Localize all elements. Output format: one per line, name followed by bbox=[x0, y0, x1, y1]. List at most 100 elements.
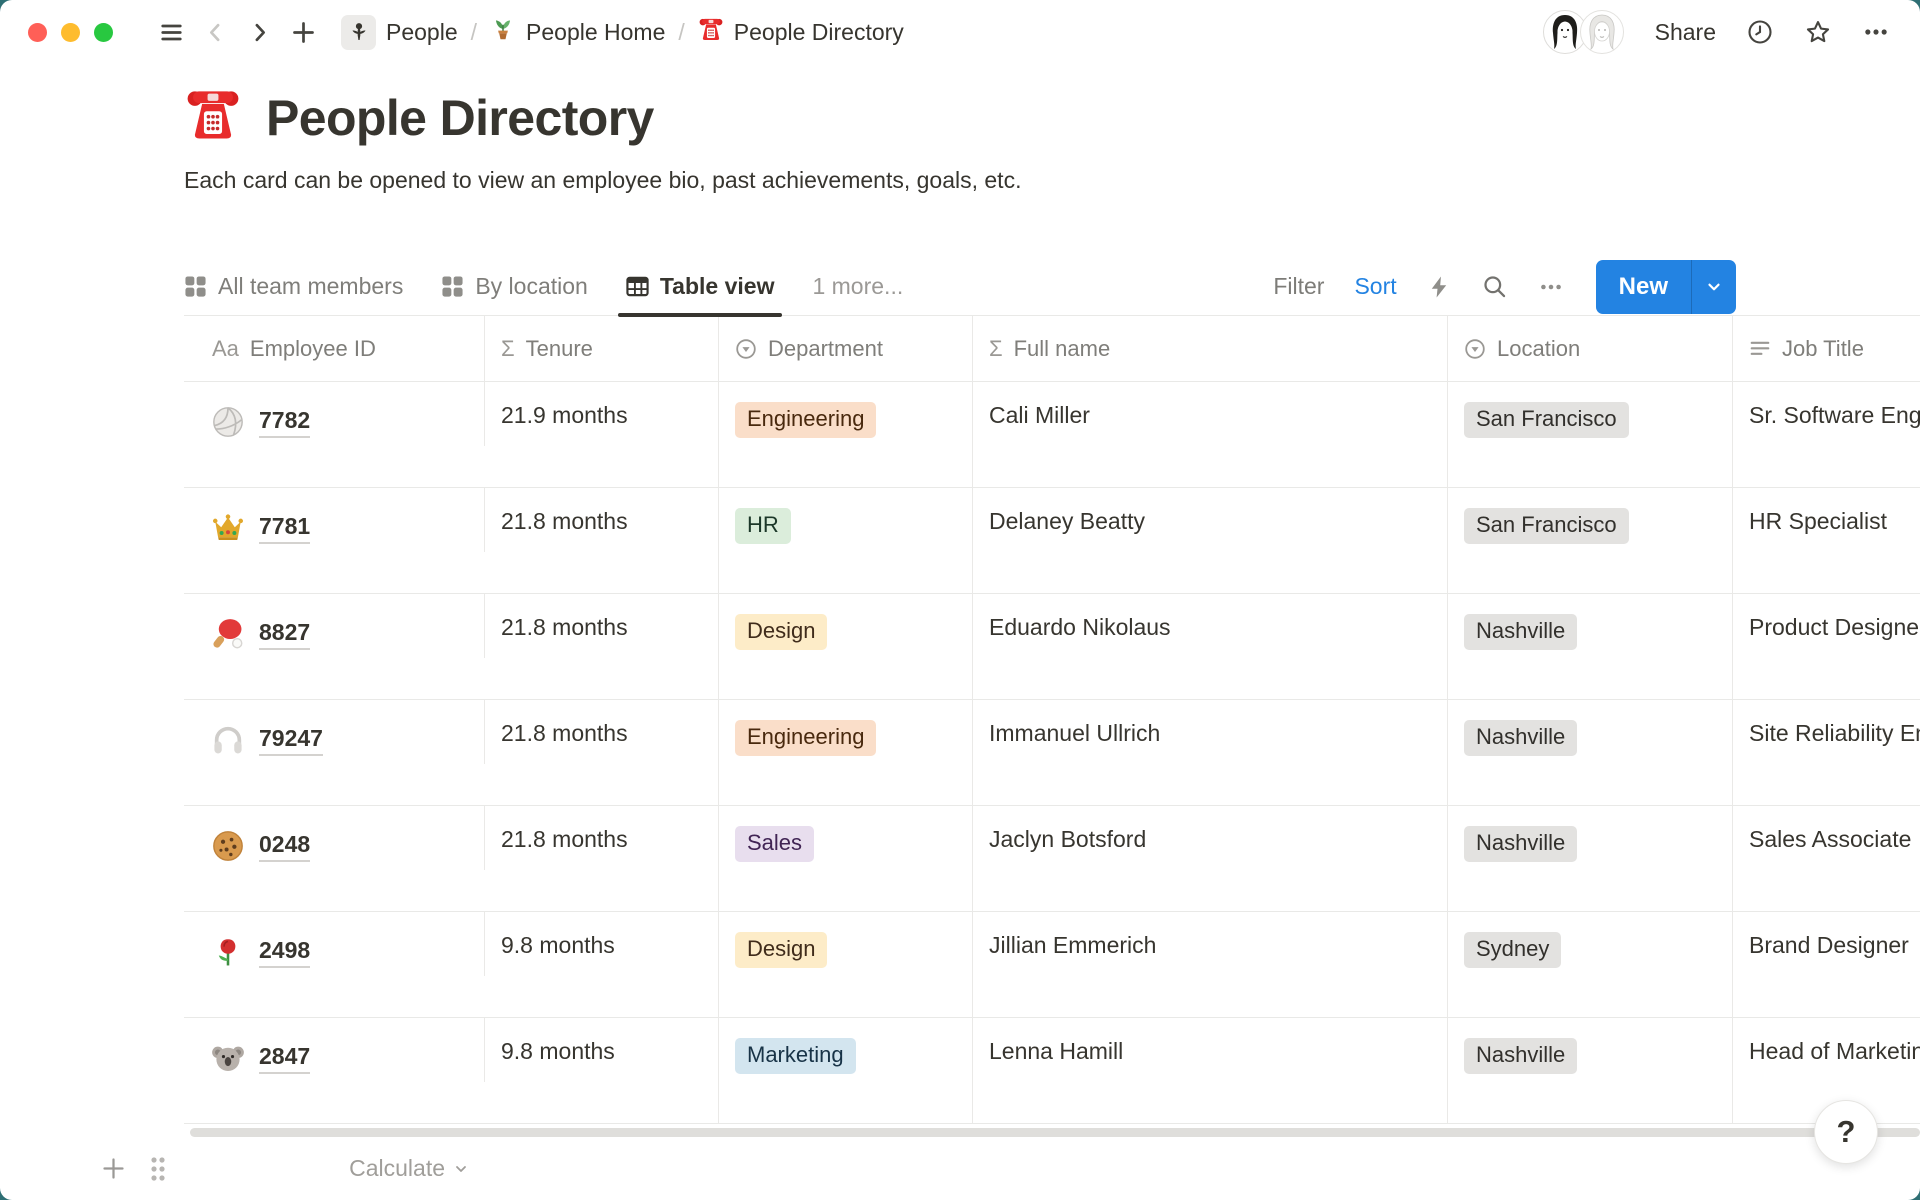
cookie-icon bbox=[210, 828, 246, 864]
table-row[interactable]: 0248 21.8 months Sales Jaclyn Botsford N… bbox=[184, 806, 1920, 912]
gallery-view-icon bbox=[441, 275, 464, 298]
calculate-label: Calculate bbox=[349, 1155, 445, 1182]
full-name-cell[interactable]: Delaney Beatty bbox=[973, 488, 1448, 593]
add-row-icon[interactable] bbox=[100, 1155, 127, 1187]
table-footer: Calculate bbox=[0, 1143, 1920, 1197]
forward-icon[interactable] bbox=[237, 10, 281, 54]
calculate-button[interactable]: Calculate bbox=[184, 1155, 469, 1182]
tab-all-team-members[interactable]: All team members bbox=[184, 258, 403, 315]
column-label: Employee ID bbox=[250, 336, 376, 362]
employee-id-link[interactable]: 8827 bbox=[259, 619, 310, 650]
employee-id-link[interactable]: 2498 bbox=[259, 937, 310, 968]
column-label: Full name bbox=[1014, 336, 1111, 362]
table-row[interactable]: 7782 21.9 months Engineering Cali Miller… bbox=[184, 382, 1920, 488]
table-row[interactable]: 7781 21.8 months HR Delaney Beatty San F… bbox=[184, 488, 1920, 594]
share-button[interactable]: Share bbox=[1655, 19, 1716, 46]
zoom-window-button[interactable] bbox=[94, 23, 113, 42]
job-title-cell[interactable]: HR Specialist bbox=[1733, 488, 1920, 593]
chevron-down-icon bbox=[1705, 278, 1723, 296]
full-name-cell[interactable]: Jaclyn Botsford bbox=[973, 806, 1448, 911]
department-tag[interactable]: Design bbox=[735, 614, 827, 650]
drag-handle-icon[interactable] bbox=[148, 1154, 168, 1189]
location-tag[interactable]: Sydney bbox=[1464, 932, 1561, 968]
job-title-cell[interactable]: Site Reliability Engineer bbox=[1733, 700, 1920, 805]
column-header-job-title[interactable]: Job Title bbox=[1733, 316, 1920, 381]
department-tag[interactable]: Sales bbox=[735, 826, 814, 862]
page-icon-red-telephone[interactable] bbox=[184, 85, 242, 148]
location-tag[interactable]: Nashville bbox=[1464, 720, 1577, 756]
full-name-cell[interactable]: Immanuel Ullrich bbox=[973, 700, 1448, 805]
tenure-cell[interactable]: 9.8 months bbox=[485, 1018, 719, 1123]
tab-table-view[interactable]: Table view bbox=[626, 258, 775, 315]
potted-plant-icon bbox=[490, 16, 516, 48]
table-row[interactable]: 8827 21.8 months Design Eduardo Nikolaus… bbox=[184, 594, 1920, 700]
employee-id-link[interactable]: 79247 bbox=[259, 725, 323, 756]
department-tag[interactable]: Engineering bbox=[735, 402, 876, 438]
breadcrumb-item-people-home[interactable]: People Home bbox=[490, 16, 665, 48]
filter-button[interactable]: Filter bbox=[1273, 273, 1324, 300]
back-icon[interactable] bbox=[193, 10, 237, 54]
table-row[interactable]: 2847 9.8 months Marketing Lenna Hamill N… bbox=[184, 1018, 1920, 1124]
automation-bolt-icon[interactable] bbox=[1427, 275, 1451, 299]
tenure-cell[interactable]: 21.8 months bbox=[485, 594, 719, 699]
tenure-cell[interactable]: 9.8 months bbox=[485, 912, 719, 1017]
more-options-icon[interactable] bbox=[1862, 18, 1890, 46]
horizontal-scrollbar[interactable] bbox=[190, 1128, 1920, 1137]
job-title-cell[interactable]: Sr. Software Engineer bbox=[1733, 382, 1920, 487]
tab-by-location[interactable]: By location bbox=[441, 258, 588, 315]
location-tag[interactable]: San Francisco bbox=[1464, 508, 1629, 544]
department-tag[interactable]: Engineering bbox=[735, 720, 876, 756]
column-header-tenure[interactable]: Σ Tenure bbox=[485, 316, 719, 381]
column-label: Tenure bbox=[526, 336, 593, 362]
employee-id-link[interactable]: 2847 bbox=[259, 1043, 310, 1074]
breadcrumb-label: People bbox=[386, 19, 458, 46]
job-title-cell[interactable]: Sales Associate bbox=[1733, 806, 1920, 911]
full-name-cell[interactable]: Lenna Hamill bbox=[973, 1018, 1448, 1123]
text-property-icon bbox=[1749, 338, 1771, 360]
location-tag[interactable]: Nashville bbox=[1464, 826, 1577, 862]
department-tag[interactable]: Design bbox=[735, 932, 827, 968]
table-row[interactable]: 2498 9.8 months Design Jillian Emmerich … bbox=[184, 912, 1920, 1018]
job-title-cell[interactable]: Product Designer bbox=[1733, 594, 1920, 699]
department-tag[interactable]: HR bbox=[735, 508, 791, 544]
history-clock-icon[interactable] bbox=[1746, 18, 1774, 46]
close-window-button[interactable] bbox=[28, 23, 47, 42]
column-header-full-name[interactable]: Σ Full name bbox=[973, 316, 1448, 381]
tab-more[interactable]: 1 more... bbox=[812, 273, 903, 300]
view-options-icon[interactable] bbox=[1538, 274, 1564, 300]
location-tag[interactable]: Nashville bbox=[1464, 1038, 1577, 1074]
full-name-cell[interactable]: Eduardo Nikolaus bbox=[973, 594, 1448, 699]
search-icon[interactable] bbox=[1481, 273, 1508, 300]
column-header-department[interactable]: Department bbox=[719, 316, 973, 381]
volleyball-icon bbox=[210, 404, 246, 440]
new-dropdown-button[interactable] bbox=[1691, 260, 1736, 314]
sort-button[interactable]: Sort bbox=[1354, 273, 1396, 300]
tenure-cell[interactable]: 21.8 months bbox=[485, 806, 719, 911]
new-button[interactable]: New bbox=[1596, 260, 1691, 314]
minimize-window-button[interactable] bbox=[61, 23, 80, 42]
new-tab-icon[interactable] bbox=[281, 10, 325, 54]
breadcrumb-item-people-directory[interactable]: People Directory bbox=[698, 16, 904, 48]
tenure-cell[interactable]: 21.8 months bbox=[485, 700, 719, 805]
column-header-employee-id[interactable]: Aa Employee ID bbox=[184, 316, 485, 381]
help-button[interactable]: ? bbox=[1814, 1100, 1878, 1164]
active-collaborators[interactable] bbox=[1542, 9, 1625, 55]
table-header-row: Aa Employee ID Σ Tenure Department Σ Ful… bbox=[184, 316, 1920, 382]
full-name-cell[interactable]: Cali Miller bbox=[973, 382, 1448, 487]
employee-id-link[interactable]: 7782 bbox=[259, 407, 310, 438]
employee-id-link[interactable]: 0248 bbox=[259, 831, 310, 862]
window-titlebar: People / People Home / People Directory bbox=[0, 0, 1920, 64]
location-tag[interactable]: San Francisco bbox=[1464, 402, 1629, 438]
sidebar-menu-icon[interactable] bbox=[149, 10, 193, 54]
column-header-location[interactable]: Location bbox=[1448, 316, 1733, 381]
table-row[interactable]: 79247 21.8 months Engineering Immanuel U… bbox=[184, 700, 1920, 806]
location-tag[interactable]: Nashville bbox=[1464, 614, 1577, 650]
tenure-cell[interactable]: 21.8 months bbox=[485, 488, 719, 593]
employee-id-link[interactable]: 7781 bbox=[259, 513, 310, 544]
full-name-cell[interactable]: Jillian Emmerich bbox=[973, 912, 1448, 1017]
tenure-cell[interactable]: 21.9 months bbox=[485, 382, 719, 487]
breadcrumb-item-people[interactable]: People bbox=[341, 15, 458, 50]
job-title-cell[interactable]: Brand Designer bbox=[1733, 912, 1920, 1017]
favorite-star-icon[interactable] bbox=[1804, 18, 1832, 46]
department-tag[interactable]: Marketing bbox=[735, 1038, 856, 1074]
